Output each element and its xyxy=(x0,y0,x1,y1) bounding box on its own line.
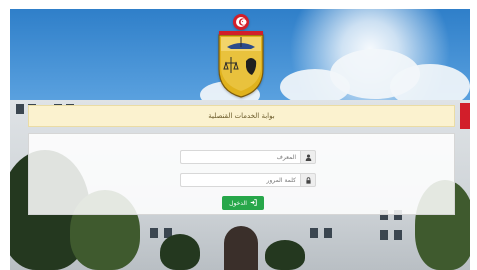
login-page: بوابة الخدمات القنصلية الدخول xyxy=(10,9,470,270)
login-form: الدخول xyxy=(28,133,455,215)
username-field-group xyxy=(180,150,316,164)
portal-title-banner: بوابة الخدمات القنصلية xyxy=(28,105,455,127)
flag xyxy=(460,103,470,129)
password-input[interactable] xyxy=(180,173,300,187)
lock-icon xyxy=(300,173,316,187)
login-button-label: الدخول xyxy=(229,199,247,207)
username-input[interactable] xyxy=(180,150,300,164)
building-door xyxy=(224,226,258,270)
tree xyxy=(265,240,305,270)
user-icon xyxy=(300,150,316,164)
password-field-group xyxy=(180,173,316,187)
tree xyxy=(160,234,200,270)
login-button[interactable]: الدخول xyxy=(222,196,264,210)
coat-of-arms-logo xyxy=(218,14,264,98)
portal-title: بوابة الخدمات القنصلية xyxy=(208,112,275,120)
sign-in-icon xyxy=(250,198,257,208)
